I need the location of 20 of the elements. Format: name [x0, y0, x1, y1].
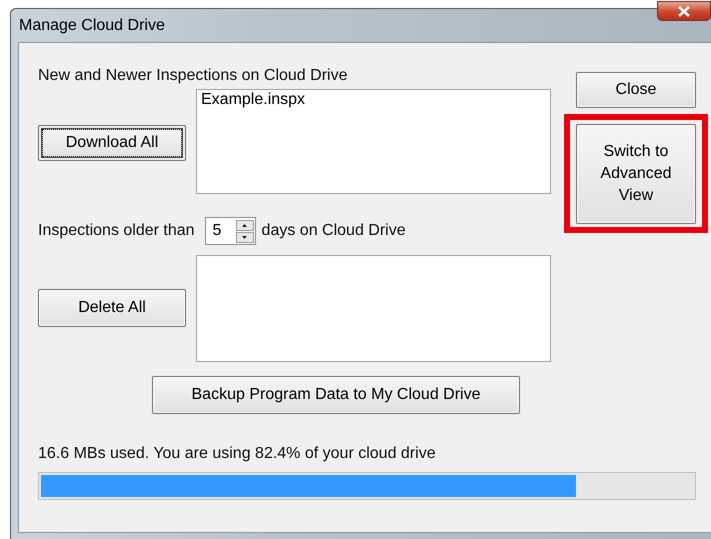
section-label: New and Newer Inspections on Cloud Drive	[38, 67, 348, 85]
old-inspections-list[interactable]	[196, 255, 551, 362]
window-title: Manage Cloud Drive	[19, 17, 165, 35]
download-all-button[interactable]: Download All	[38, 125, 186, 161]
inspections-list[interactable]: Example.inspx	[196, 89, 551, 194]
backup-button[interactable]: Backup Program Data to My Cloud Drive	[152, 376, 520, 414]
close-icon	[677, 6, 691, 16]
spin-down-button[interactable]	[236, 232, 254, 242]
up-arrow-icon	[242, 224, 248, 226]
close-window-button[interactable]	[657, 1, 711, 21]
down-arrow-icon	[242, 236, 248, 238]
list-item[interactable]: Example.inspx	[201, 91, 546, 109]
delete-all-button[interactable]: Delete All	[38, 289, 186, 327]
usage-text: 16.6 MBs used. You are using 82.4% of your cloud drive	[38, 445, 437, 463]
dialog-button[interactable]: Switch to Advanced View	[576, 124, 696, 224]
days-spinner-field[interactable]: 5	[204, 217, 256, 245]
older-than-label: Inspections older than	[38, 222, 195, 240]
spin-up-button[interactable]	[236, 220, 254, 230]
days-label: days on Cloud Drive	[262, 222, 406, 240]
dialog-button[interactable]: Close	[576, 72, 696, 108]
